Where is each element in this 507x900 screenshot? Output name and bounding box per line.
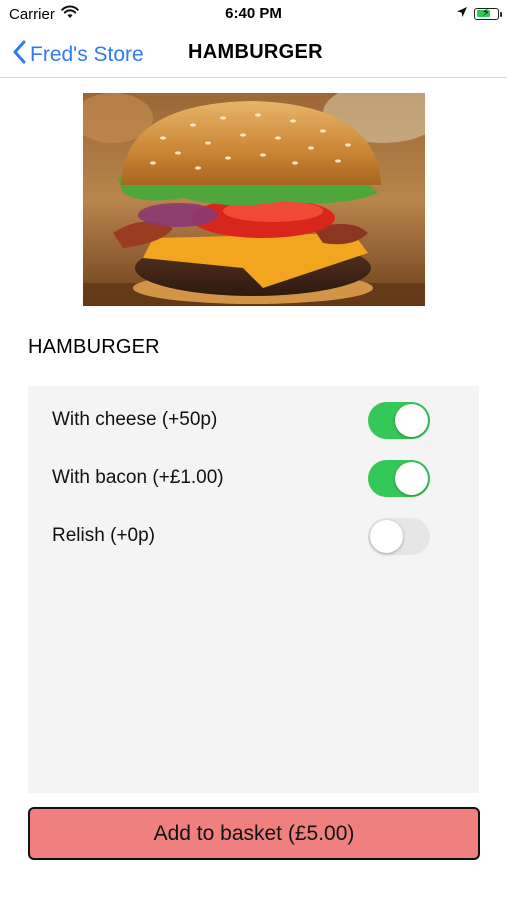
navigation-bar: Fred's Store HAMBURGER xyxy=(0,28,507,78)
product-title: HAMBURGER xyxy=(28,336,160,358)
status-right: ⚡ xyxy=(456,5,502,22)
option-label: With cheese (+50p) xyxy=(52,409,218,430)
add-to-basket-button[interactable]: Add to basket (£5.00) xyxy=(28,807,480,860)
status-time: 6:40 PM xyxy=(225,5,282,22)
location-arrow-icon xyxy=(456,5,468,22)
toggle-knob xyxy=(395,404,428,437)
toggle-knob xyxy=(395,462,428,495)
nav-title: HAMBURGER xyxy=(188,41,323,63)
back-button[interactable]: Fred's Store xyxy=(12,40,144,70)
option-row-cheese: With cheese (+50p) xyxy=(28,398,479,444)
battery-charging-icon: ⚡ xyxy=(474,7,502,20)
cheese-toggle[interactable] xyxy=(368,402,430,439)
status-bar: Carrier 6:40 PM ⚡ xyxy=(0,0,507,28)
screen: Carrier 6:40 PM ⚡ Fred's Store HAMBURGER… xyxy=(0,0,507,900)
toggle-knob xyxy=(370,520,403,553)
options-panel: With cheese (+50p) With bacon (+£1.00) R… xyxy=(28,386,479,793)
option-row-bacon: With bacon (+£1.00) xyxy=(28,456,479,502)
hamburger-photo xyxy=(83,93,425,306)
option-label: Relish (+0p) xyxy=(52,525,155,546)
back-button-label: Fred's Store xyxy=(30,43,144,66)
chevron-left-icon xyxy=(12,40,26,70)
option-row-relish: Relish (+0p) xyxy=(28,514,479,560)
bacon-toggle[interactable] xyxy=(368,460,430,497)
relish-toggle[interactable] xyxy=(368,518,430,555)
option-label: With bacon (+£1.00) xyxy=(52,467,224,488)
